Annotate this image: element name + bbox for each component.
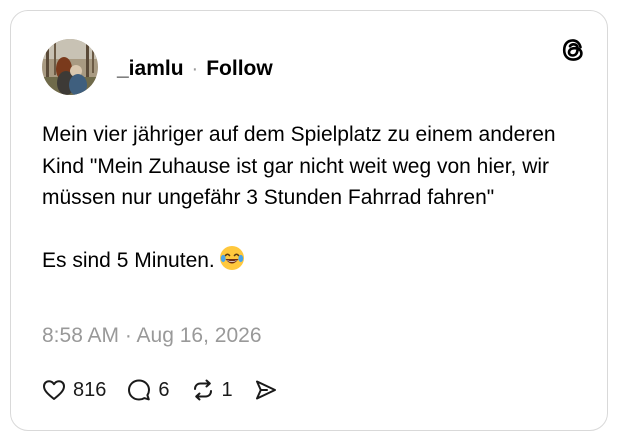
like-count: 816 <box>73 378 107 401</box>
post-timestamp[interactable]: 8:58 AM · Aug 16, 2026 <box>42 324 262 348</box>
post-card: _iamlu · Follow Mein vier jähriger auf d… <box>10 10 608 431</box>
repost-icon <box>190 377 216 403</box>
separator-dot: · <box>191 58 199 80</box>
heart-icon <box>41 377 67 403</box>
repost-count: 1 <box>221 378 233 401</box>
send-icon <box>253 377 279 403</box>
username[interactable]: _iamlu <box>117 57 184 81</box>
post-text-paragraph: Mein vier jähriger auf dem Spielplatz zu… <box>42 123 556 209</box>
repost-button[interactable]: 1 <box>190 377 233 403</box>
follow-button[interactable]: Follow <box>206 57 273 81</box>
speech-bubble-icon <box>126 377 152 403</box>
post-text-paragraph-2: Es sind 5 Minuten. <box>42 245 587 277</box>
post-header: _iamlu · Follow <box>117 57 273 81</box>
like-button[interactable]: 816 <box>41 377 106 403</box>
reply-button[interactable]: 6 <box>126 377 170 403</box>
reply-count: 6 <box>158 378 170 401</box>
laughing-emoji-icon <box>219 245 245 271</box>
threads-logo-icon[interactable] <box>558 35 588 65</box>
avatar[interactable] <box>42 39 98 95</box>
post-text-line: Es sind 5 Minuten. <box>42 249 215 272</box>
post-body: Mein vier jähriger auf dem Spielplatz zu… <box>42 119 587 277</box>
share-button[interactable] <box>253 377 279 403</box>
action-bar: 816 6 1 <box>41 375 299 405</box>
